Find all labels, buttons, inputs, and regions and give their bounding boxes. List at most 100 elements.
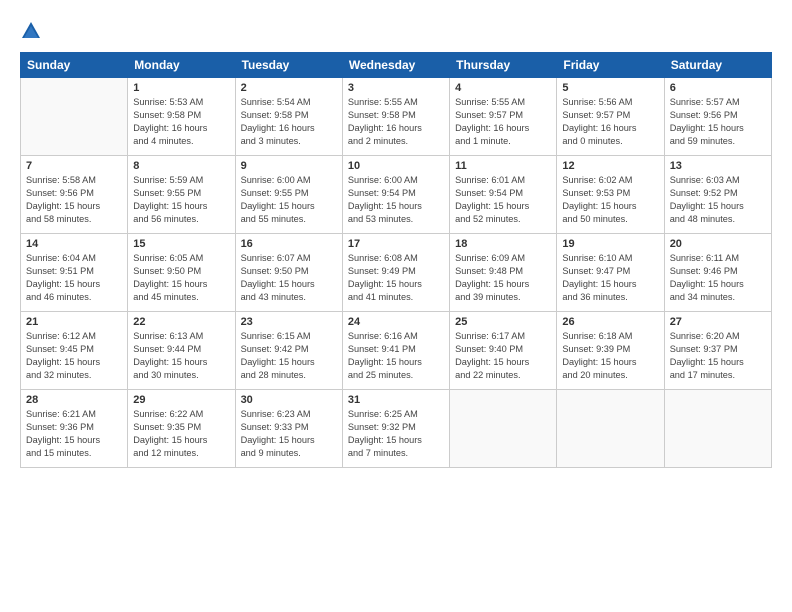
day-number: 12: [562, 160, 658, 172]
day-number: 9: [241, 160, 337, 172]
calendar-table: SundayMondayTuesdayWednesdayThursdayFrid…: [20, 52, 772, 468]
calendar-cell: 6Sunrise: 5:57 AMSunset: 9:56 PMDaylight…: [664, 78, 771, 156]
calendar-cell: 18Sunrise: 6:09 AMSunset: 9:48 PMDayligh…: [450, 234, 557, 312]
calendar-week-4: 21Sunrise: 6:12 AMSunset: 9:45 PMDayligh…: [21, 312, 772, 390]
day-number: 14: [26, 238, 122, 250]
day-number: 8: [133, 160, 229, 172]
day-number: 29: [133, 394, 229, 406]
calendar-cell: 7 Sunrise: 5:58 AMSunset: 9:56 PMDaylight…: [21, 156, 128, 234]
day-number: 20: [670, 238, 766, 250]
day-number: 19: [562, 238, 658, 250]
day-number: 15: [133, 238, 229, 250]
calendar-cell: 12 Sunrise: 6:02 AMSunset: 9:53 PMDayligh…: [557, 156, 664, 234]
calendar-cell: 17 Sunrise: 6:08 AMSunset: 9:49 PMDayligh…: [342, 234, 449, 312]
day-number: 11: [455, 160, 551, 172]
day-info: Sunrise: 6:17 AMSunset: 9:40 PMDaylight:…: [455, 330, 551, 382]
day-info: Sunrise: 6:16 AMSunset: 9:41 PMDaylight:…: [348, 330, 444, 382]
day-info: Sunrise: 6:25 AMSunset: 9:32 PMDaylight:…: [348, 408, 444, 460]
weekday-header-wednesday: Wednesday: [342, 53, 449, 78]
calendar-cell: 21Sunrise: 6:12 AMSunset: 9:45 PMDayligh…: [21, 312, 128, 390]
day-info: Sunrise: 6:20 AMSunset: 9:37 PMDaylight:…: [670, 330, 766, 382]
day-number: 5: [562, 82, 658, 94]
weekday-header-saturday: Saturday: [664, 53, 771, 78]
calendar-cell: 15 Sunrise: 6:05 AMSunset: 9:50 PMDayligh…: [128, 234, 235, 312]
day-number: 23: [241, 316, 337, 328]
calendar-cell: 27 Sunrise: 6:20 AMSunset: 9:37 PMDayligh…: [664, 312, 771, 390]
day-info: Sunrise: 6:07 AMSunset: 9:50 PMDaylight:…: [241, 252, 337, 304]
calendar-cell: 25Sunrise: 6:17 AMSunset: 9:40 PMDayligh…: [450, 312, 557, 390]
day-number: 26: [562, 316, 658, 328]
calendar-cell: 2Sunrise: 5:54 AMSunset: 9:58 PMDaylight…: [235, 78, 342, 156]
day-info: Sunrise: 6:00 AMSunset: 9:54 PMDaylight:…: [348, 174, 444, 226]
day-number: 18: [455, 238, 551, 250]
day-number: 31: [348, 394, 444, 406]
weekday-row: SundayMondayTuesdayWednesdayThursdayFrid…: [21, 53, 772, 78]
day-number: 7: [26, 160, 122, 172]
day-info: Sunrise: 6:02 AMSunset: 9:53 PMDaylight:…: [562, 174, 658, 226]
calendar-cell: 22 Sunrise: 6:13 AMSunset: 9:44 PMDayligh…: [128, 312, 235, 390]
calendar-cell: 31 Sunrise: 6:25 AMSunset: 9:32 PMDayligh…: [342, 390, 449, 468]
calendar-cell: 16 Sunrise: 6:07 AMSunset: 9:50 PMDayligh…: [235, 234, 342, 312]
weekday-header-thursday: Thursday: [450, 53, 557, 78]
calendar-cell: 29 Sunrise: 6:22 AMSunset: 9:35 PMDayligh…: [128, 390, 235, 468]
day-info: Sunrise: 5:55 AMSunset: 9:57 PMDaylight:…: [455, 96, 551, 148]
weekday-header-sunday: Sunday: [21, 53, 128, 78]
day-number: 16: [241, 238, 337, 250]
day-number: 10: [348, 160, 444, 172]
calendar-week-3: 14 Sunrise: 6:04 AMSunset: 9:51 PMDayligh…: [21, 234, 772, 312]
calendar-cell: 11 Sunrise: 6:01 AMSunset: 9:54 PMDayligh…: [450, 156, 557, 234]
day-info: Sunrise: 5:58 AMSunset: 9:56 PMDaylight:…: [26, 174, 122, 226]
day-info: Sunrise: 5:59 AMSunset: 9:55 PMDaylight:…: [133, 174, 229, 226]
calendar-cell: [21, 78, 128, 156]
day-info: Sunrise: 6:18 AMSunset: 9:39 PMDaylight:…: [562, 330, 658, 382]
day-info: Sunrise: 6:00 AMSunset: 9:55 PMDaylight:…: [241, 174, 337, 226]
day-info: Sunrise: 6:15 AMSunset: 9:42 PMDaylight:…: [241, 330, 337, 382]
weekday-header-tuesday: Tuesday: [235, 53, 342, 78]
day-info: Sunrise: 5:57 AMSunset: 9:56 PMDaylight:…: [670, 96, 766, 148]
calendar-cell: 9 Sunrise: 6:00 AMSunset: 9:55 PMDaylight…: [235, 156, 342, 234]
day-info: Sunrise: 6:01 AMSunset: 9:54 PMDaylight:…: [455, 174, 551, 226]
calendar-week-2: 7 Sunrise: 5:58 AMSunset: 9:56 PMDaylight…: [21, 156, 772, 234]
day-number: 27: [670, 316, 766, 328]
day-info: Sunrise: 5:55 AMSunset: 9:58 PMDaylight:…: [348, 96, 444, 148]
calendar-cell: [557, 390, 664, 468]
day-info: Sunrise: 6:08 AMSunset: 9:49 PMDaylight:…: [348, 252, 444, 304]
day-info: Sunrise: 5:56 AMSunset: 9:57 PMDaylight:…: [562, 96, 658, 148]
calendar-cell: 3 Sunrise: 5:55 AMSunset: 9:58 PMDaylight…: [342, 78, 449, 156]
day-number: 4: [455, 82, 551, 94]
day-info: Sunrise: 6:13 AMSunset: 9:44 PMDaylight:…: [133, 330, 229, 382]
calendar-cell: 26 Sunrise: 6:18 AMSunset: 9:39 PMDayligh…: [557, 312, 664, 390]
calendar-week-1: 1Sunrise: 5:53 AMSunset: 9:58 PMDaylight…: [21, 78, 772, 156]
day-info: Sunrise: 6:10 AMSunset: 9:47 PMDaylight:…: [562, 252, 658, 304]
day-number: 17: [348, 238, 444, 250]
day-info: Sunrise: 6:05 AMSunset: 9:50 PMDaylight:…: [133, 252, 229, 304]
calendar-cell: 14 Sunrise: 6:04 AMSunset: 9:51 PMDayligh…: [21, 234, 128, 312]
page: SundayMondayTuesdayWednesdayThursdayFrid…: [0, 0, 792, 612]
day-info: Sunrise: 6:23 AMSunset: 9:33 PMDaylight:…: [241, 408, 337, 460]
calendar-cell: 28 Sunrise: 6:21 AMSunset: 9:36 PMDayligh…: [21, 390, 128, 468]
calendar-cell: 5 Sunrise: 5:56 AMSunset: 9:57 PMDaylight…: [557, 78, 664, 156]
day-number: 22: [133, 316, 229, 328]
calendar-cell: 10 Sunrise: 6:00 AMSunset: 9:54 PMDayligh…: [342, 156, 449, 234]
day-number: 3: [348, 82, 444, 94]
calendar-cell: 20 Sunrise: 6:11 AMSunset: 9:46 PMDayligh…: [664, 234, 771, 312]
day-info: Sunrise: 6:03 AMSunset: 9:52 PMDaylight:…: [670, 174, 766, 226]
calendar-cell: 24Sunrise: 6:16 AMSunset: 9:41 PMDayligh…: [342, 312, 449, 390]
day-info: Sunrise: 6:12 AMSunset: 9:45 PMDaylight:…: [26, 330, 122, 382]
calendar-cell: 23 Sunrise: 6:15 AMSunset: 9:42 PMDayligh…: [235, 312, 342, 390]
day-info: Sunrise: 5:53 AMSunset: 9:58 PMDaylight:…: [133, 96, 229, 148]
day-number: 13: [670, 160, 766, 172]
day-info: Sunrise: 6:04 AMSunset: 9:51 PMDaylight:…: [26, 252, 122, 304]
calendar-cell: [664, 390, 771, 468]
day-number: 28: [26, 394, 122, 406]
day-number: 30: [241, 394, 337, 406]
header: [20, 18, 772, 42]
day-info: Sunrise: 6:22 AMSunset: 9:35 PMDaylight:…: [133, 408, 229, 460]
day-number: 2: [241, 82, 337, 94]
calendar-body: 1Sunrise: 5:53 AMSunset: 9:58 PMDaylight…: [21, 78, 772, 468]
day-info: Sunrise: 6:11 AMSunset: 9:46 PMDaylight:…: [670, 252, 766, 304]
weekday-header-friday: Friday: [557, 53, 664, 78]
day-info: Sunrise: 6:21 AMSunset: 9:36 PMDaylight:…: [26, 408, 122, 460]
calendar-cell: 1Sunrise: 5:53 AMSunset: 9:58 PMDaylight…: [128, 78, 235, 156]
calendar-cell: 30 Sunrise: 6:23 AMSunset: 9:33 PMDayligh…: [235, 390, 342, 468]
